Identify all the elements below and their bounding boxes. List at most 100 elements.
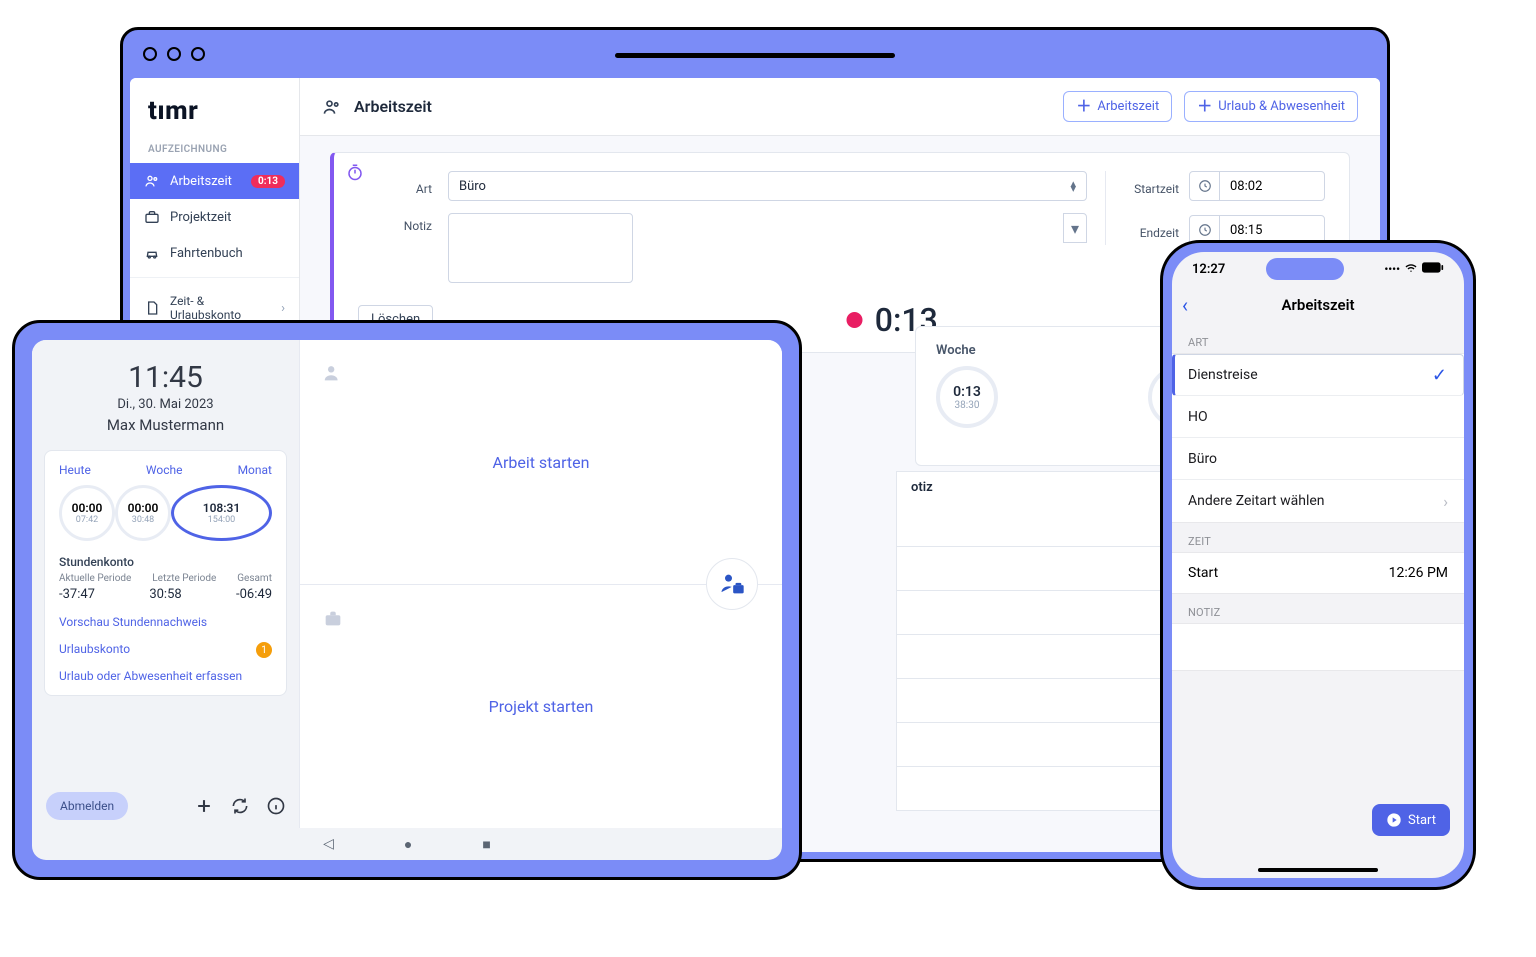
window-dot[interactable] — [191, 47, 205, 61]
col-gesamt: Gesamt — [237, 573, 272, 584]
notiz-dropdown-toggle[interactable]: ▾ — [1063, 213, 1087, 243]
summary-col-woche: Woche — [936, 343, 976, 358]
add-arbeitszeit-button[interactable]: ＋Arbeitszeit — [1063, 91, 1172, 122]
link-urlaubskonto[interactable]: Urlaubskonto1 — [59, 642, 272, 656]
recent-icon[interactable]: ■ — [482, 836, 490, 853]
tablet-bottom-bar: Abmelden — [46, 792, 286, 820]
art-option-dienstreise[interactable]: Dienstreise✓ — [1172, 354, 1464, 396]
field-label-notiz: Notiz — [372, 213, 432, 233]
tab-heute[interactable]: Heute — [59, 463, 91, 477]
phone-statusbar: 12:27 •••• — [1172, 252, 1464, 286]
panel-arbeit-starten[interactable]: Arbeit starten — [300, 340, 782, 584]
recording-dot-icon — [847, 312, 863, 328]
art-option-buero[interactable]: Büro — [1172, 438, 1464, 480]
phone-navbar: ‹ Arbeitszeit — [1172, 286, 1464, 324]
signoff-button[interactable]: Abmelden — [46, 792, 128, 820]
start-label: Start — [1188, 565, 1218, 581]
sidebar-label: Fahrtenbuch — [170, 246, 243, 261]
plus-icon[interactable] — [194, 796, 214, 816]
window-dot[interactable] — [143, 47, 157, 61]
chevron-right-icon: › — [281, 301, 285, 316]
stopwatch-icon — [346, 163, 364, 181]
startzeit-input[interactable]: 08:02 — [1189, 171, 1325, 201]
panel-projekt-starten[interactable]: Projekt starten — [300, 584, 782, 828]
field-label-art: Art — [372, 176, 432, 196]
start-button[interactable]: Start — [1372, 804, 1450, 836]
notiz-textarea[interactable] — [448, 213, 633, 283]
cell-dots-icon: •••• — [1384, 263, 1400, 276]
val-gesamt: -06:49 — [236, 587, 272, 602]
info-icon[interactable] — [266, 796, 286, 816]
tab-woche[interactable]: Woche — [146, 463, 183, 477]
person-plus-icon — [322, 362, 344, 384]
art-option-andere[interactable]: Andere Zeitart wählen› — [1172, 480, 1464, 522]
art-option-ho[interactable]: HO — [1172, 396, 1464, 438]
play-circle-icon — [1386, 812, 1402, 828]
badge-count: 1 — [256, 642, 272, 658]
col-aktuelle-periode: Aktuelle Periode — [59, 573, 131, 584]
status-time: 12:27 — [1192, 262, 1225, 277]
sync-icon[interactable] — [230, 796, 250, 816]
chevron-right-icon: › — [1443, 492, 1448, 511]
start-value: 12:26 PM — [1389, 565, 1448, 581]
updown-icon: ▴▾ — [1070, 181, 1076, 192]
section-zeit-label: ZEIT — [1172, 523, 1464, 552]
link-urlaub-erfassen[interactable]: Urlaub oder Abwesenheit erfassen — [59, 669, 272, 683]
phone-frame: 12:27 •••• ‹ Arbeitszeit ART Dienstreise… — [1160, 240, 1476, 890]
panel-label: Arbeit starten — [493, 453, 590, 472]
back-button[interactable]: ‹ — [1182, 293, 1188, 317]
plus-icon: ＋ — [1076, 99, 1091, 114]
top-handle — [615, 53, 895, 58]
car-icon — [144, 245, 160, 261]
window-dot[interactable] — [167, 47, 181, 61]
field-label-endzeit: Endzeit — [1124, 220, 1179, 240]
desktop-header: Arbeitszeit ＋Arbeitszeit ＋Urlaub & Abwes… — [300, 78, 1380, 136]
tablet-summary-card: Heute Woche Monat 00:0007:42 00:0030:48 … — [44, 450, 287, 696]
battery-icon — [1422, 262, 1444, 276]
tablet-sidebar: 11:45 Di., 30. Mai 2023 Max Mustermann H… — [32, 340, 300, 828]
person-briefcase-icon — [718, 570, 746, 598]
summary-ring-woche: 0:13 38:30 — [936, 366, 998, 428]
ring-monat: 108:31154:00 — [171, 485, 272, 541]
val-aktuelle-periode: -37:47 — [59, 587, 95, 602]
sidebar-label: Projektzeit — [170, 210, 231, 225]
art-select[interactable]: Büro ▴▾ — [448, 171, 1087, 201]
wifi-icon — [1404, 262, 1418, 277]
tablet-date: Di., 30. Mai 2023 — [117, 397, 213, 412]
start-time-row[interactable]: Start 12:26 PM — [1172, 552, 1464, 594]
sidebar-divider — [130, 277, 299, 278]
sidebar-item-fahrtenbuch[interactable]: Fahrtenbuch — [130, 235, 299, 271]
check-icon: ✓ — [1432, 365, 1447, 386]
tablet-main: Arbeit starten Projekt starten — [300, 340, 782, 828]
page-title: Arbeitszeit — [354, 97, 432, 116]
tablet-user-name: Max Mustermann — [107, 416, 224, 434]
art-value: Büro — [459, 179, 486, 194]
field-label-startzeit: Startzeit — [1124, 176, 1179, 196]
tab-monat[interactable]: Monat — [238, 463, 272, 477]
add-urlaub-abwesenheit-button[interactable]: ＋Urlaub & Abwesenheit — [1184, 91, 1358, 122]
section-notiz-label: NOTIZ — [1172, 594, 1464, 623]
home-icon[interactable]: ● — [404, 836, 412, 853]
panel-label: Projekt starten — [489, 697, 594, 716]
plus-icon: ＋ — [1197, 99, 1212, 114]
app-logo: tımr — [130, 78, 299, 138]
art-list: Dienstreise✓ HO Büro Andere Zeitart wähl… — [1172, 353, 1464, 523]
file-icon — [144, 300, 160, 316]
sidebar-item-arbeitszeit[interactable]: Arbeitszeit 0:13 — [130, 163, 299, 199]
users-icon — [144, 173, 160, 189]
clock-icon — [1190, 172, 1220, 200]
ring-heute: 00:0007:42 — [59, 485, 115, 541]
person-briefcase-fab[interactable] — [706, 558, 758, 610]
val-letzte-periode: 30:58 — [149, 587, 181, 602]
stundenkonto-label: Stundenkonto — [59, 555, 272, 569]
timer-badge: 0:13 — [251, 175, 285, 188]
back-icon[interactable]: ◁ — [323, 836, 334, 852]
notiz-input[interactable] — [1172, 623, 1464, 671]
tablet-android-navbar: ◁ ● ■ — [32, 828, 782, 860]
link-stundennachweis[interactable]: Vorschau Stundennachweis — [59, 615, 272, 629]
briefcase-plus-icon — [322, 607, 344, 629]
startzeit-value: 08:02 — [1220, 172, 1324, 200]
tablet-clock: 11:45 — [128, 360, 203, 395]
users-icon — [322, 97, 342, 117]
sidebar-item-projektzeit[interactable]: Projektzeit — [130, 199, 299, 235]
